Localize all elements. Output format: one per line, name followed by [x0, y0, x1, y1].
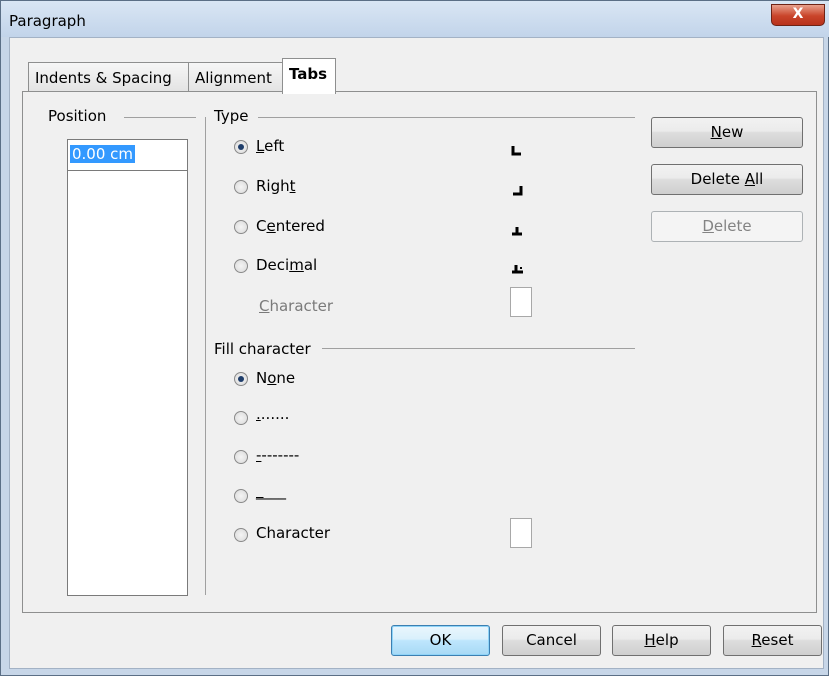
- new-button[interactable]: New: [651, 117, 803, 148]
- window-title: Paragraph: [9, 12, 86, 30]
- group-divider: [205, 117, 206, 595]
- fill-character-option-label[interactable]: Character: [256, 524, 330, 542]
- fill-character-input[interactable]: [510, 518, 532, 548]
- type-decimal-label[interactable]: Decimal: [256, 256, 317, 274]
- right-tab-icon: [513, 186, 523, 196]
- type-left-radio[interactable]: [234, 140, 248, 154]
- close-button[interactable]: X: [771, 4, 825, 26]
- fill-character-label: Fill character: [214, 340, 315, 358]
- position-label: Position: [48, 107, 111, 125]
- ok-button[interactable]: OK: [391, 625, 490, 656]
- reset-button[interactable]: Reset: [723, 625, 822, 656]
- left-tab-icon: [511, 146, 521, 156]
- fill-character-radio[interactable]: [234, 528, 248, 542]
- fill-none-label[interactable]: None: [256, 369, 295, 387]
- position-value: 0.00 cm: [70, 145, 136, 163]
- fill-none-radio[interactable]: [234, 372, 248, 386]
- delete-all-button[interactable]: Delete All: [651, 164, 803, 195]
- help-button[interactable]: Help: [612, 625, 711, 656]
- tab-alignment[interactable]: Alignment: [188, 62, 284, 92]
- type-left-label[interactable]: Left: [256, 137, 284, 155]
- type-right-label[interactable]: Right: [256, 177, 296, 195]
- tab-indents-spacing[interactable]: Indents & Spacing: [28, 62, 189, 92]
- cancel-button[interactable]: Cancel: [502, 625, 601, 656]
- tab-tabs[interactable]: Tabs: [282, 58, 336, 94]
- fill-dots-radio[interactable]: [234, 411, 248, 425]
- position-input[interactable]: 0.00 cm: [67, 139, 188, 171]
- delete-button[interactable]: Delete: [651, 211, 803, 242]
- decimal-character-input[interactable]: [510, 287, 532, 317]
- type-decimal-radio[interactable]: [234, 259, 248, 273]
- fill-dashes-radio[interactable]: [234, 450, 248, 464]
- fill-dots-label[interactable]: .......: [256, 405, 289, 423]
- title-bar[interactable]: Paragraph X: [1, 1, 829, 37]
- fill-underscore-label[interactable]: ____: [256, 482, 286, 500]
- fill-dashes-label[interactable]: --------: [256, 446, 299, 464]
- type-label: Type: [214, 107, 253, 125]
- type-centered-radio[interactable]: [234, 220, 248, 234]
- position-separator: [124, 117, 196, 118]
- fill-underscore-radio[interactable]: [234, 489, 248, 503]
- centered-tab-icon: [512, 227, 522, 236]
- decimal-character-label: Character: [259, 297, 334, 315]
- position-list[interactable]: [67, 170, 188, 596]
- type-separator: [258, 117, 635, 118]
- decimal-tab-icon: [512, 265, 523, 274]
- fill-separator: [322, 348, 635, 349]
- type-centered-label[interactable]: Centered: [256, 217, 325, 235]
- type-right-radio[interactable]: [234, 180, 248, 194]
